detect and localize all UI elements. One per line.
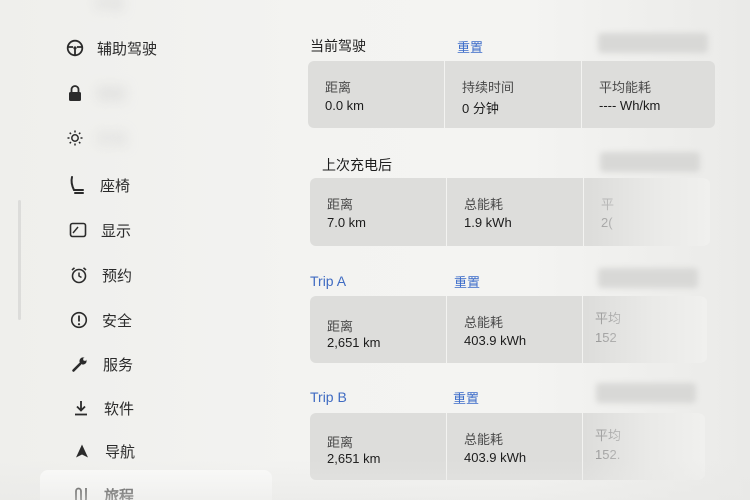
current-drive-reset-button[interactable]: 重置 <box>457 37 483 56</box>
stat-label: 平均能耗 <box>599 80 652 95</box>
sidebar-item-label: 预约 <box>102 267 133 285</box>
stat-value: 0.0 km <box>325 98 365 113</box>
sidebar-item-label: 显示 <box>101 222 132 240</box>
stat-cell-average-consumption: 平均 152. <box>583 413 705 480</box>
stat-value: 2,651 km <box>327 335 381 350</box>
trip-a-reset-button[interactable]: 重置 <box>454 272 480 291</box>
stat-label: 距离 <box>327 197 354 212</box>
sidebar-item-software[interactable]: 软件 <box>0 388 260 428</box>
seat-icon <box>66 174 88 196</box>
settings-sidebar: 外观 辅助驾驶 锁定 灯光 座椅 显示 预约 安全 服务 软件 导航 旅程 <box>0 0 290 500</box>
stat-cell-duration: 持续时间 0 分钟 <box>445 61 582 128</box>
stat-value: ---- Wh/km <box>599 98 661 113</box>
sidebar-item-seats[interactable]: 座椅 <box>0 165 260 205</box>
stat-value: 403.9 kWh <box>464 333 527 348</box>
sidebar-item-cut-label: 外观 <box>95 0 123 12</box>
download-icon <box>70 397 92 419</box>
stat-cell-total-energy: 总能耗 403.9 kWh <box>447 296 583 363</box>
stat-value: 152. <box>595 447 621 462</box>
sidebar-item-label: 座椅 <box>100 177 131 195</box>
sidebar-item-schedule[interactable]: 预约 <box>0 255 260 295</box>
stat-cell-distance: 距离 2,651 km <box>310 296 447 363</box>
stat-label: 总能耗 <box>464 315 504 330</box>
current-drive-title: 当前驾驶 <box>310 38 366 54</box>
stat-value: 1.9 kWh <box>464 215 512 230</box>
stat-cell-distance: 距离 2,651 km <box>310 413 447 480</box>
stat-cell-distance: 距离 7.0 km <box>310 178 447 246</box>
stat-cell-average-consumption: 平均能耗 ---- Wh/km <box>582 61 715 128</box>
sidebar-item-label: 锁定 <box>97 85 128 103</box>
navigation-arrow-icon <box>71 440 93 462</box>
stat-cell-average-consumption: 平 2( <box>584 178 710 246</box>
since-charge-title: 上次充电后 <box>322 157 392 173</box>
current-drive-stats-panel: 距离 0.0 km 持续时间 0 分钟 平均能耗 ---- Wh/km <box>308 61 715 128</box>
current-drive-blurred-control <box>598 33 708 53</box>
sidebar-item-label: 导航 <box>105 443 136 461</box>
sidebar-item-trips[interactable]: 旅程 <box>40 470 272 500</box>
trip-b-stats-panel: 距离 2,651 km 总能耗 403.9 kWh 平均 152. <box>310 413 705 480</box>
since-charge-stats-panel: 距离 7.0 km 总能耗 1.9 kWh 平 2( <box>310 178 710 246</box>
trip-a-title: Trip A <box>310 273 347 289</box>
trip-b-title: Trip B <box>310 389 347 405</box>
stat-cell-distance: 距离 0.0 km <box>308 61 445 128</box>
stat-label: 距离 <box>325 80 352 95</box>
stat-value: 7.0 km <box>327 215 367 230</box>
sidebar-item-label: 灯光 <box>97 130 128 148</box>
stat-cell-average-consumption: 平均 152 <box>583 296 707 363</box>
sidebar-item-display[interactable]: 显示 <box>0 210 260 250</box>
trip-a-stats-panel: 距离 2,651 km 总能耗 403.9 kWh 平均 152 <box>310 296 707 363</box>
lock-icon <box>64 82 86 104</box>
sidebar-item-label: 旅程 <box>104 488 135 500</box>
stat-value: 403.9 kWh <box>464 450 527 465</box>
sidebar-item-locks[interactable]: 锁定 <box>0 73 260 113</box>
sidebar-item-label: 服务 <box>103 356 134 374</box>
stat-value: 2( <box>601 215 613 230</box>
stat-label: 平 <box>601 197 615 212</box>
stat-label: 平均 <box>595 428 622 443</box>
stat-cell-total-energy: 总能耗 403.9 kWh <box>447 413 583 480</box>
trip-b-blurred-control <box>596 383 696 403</box>
stat-value: 0 分钟 <box>462 101 499 116</box>
stat-cell-total-energy: 总能耗 1.9 kWh <box>447 178 584 246</box>
trip-b-reset-button[interactable]: 重置 <box>453 388 479 407</box>
stat-label: 距离 <box>327 435 354 450</box>
stat-label: 总能耗 <box>464 432 504 447</box>
steering-wheel-icon <box>64 37 86 59</box>
sun-icon <box>64 127 86 149</box>
sidebar-item-autopilot[interactable]: 辅助驾驶 <box>0 28 260 68</box>
sidebar-item-service[interactable]: 服务 <box>0 344 260 384</box>
alarm-clock-icon <box>68 264 90 286</box>
trip-a-blurred-control <box>598 268 698 288</box>
info-circle-icon <box>68 309 90 331</box>
sidebar-item-navigation[interactable]: 导航 <box>0 431 260 471</box>
sidebar-item-label: 辅助驾驶 <box>97 40 158 58</box>
stat-label: 距离 <box>327 319 354 334</box>
sidebar-item-safety[interactable]: 安全 <box>0 300 260 340</box>
stat-value: 152 <box>595 330 617 345</box>
wrench-icon <box>69 353 91 375</box>
display-icon <box>67 219 89 241</box>
stat-label: 总能耗 <box>464 197 504 212</box>
trips-settings-screen: 外观 辅助驾驶 锁定 灯光 座椅 显示 预约 安全 服务 软件 导航 旅程 当前… <box>0 0 750 500</box>
stat-label: 平均 <box>595 311 622 326</box>
sidebar-item-label: 安全 <box>102 312 133 330</box>
sidebar-item-lights[interactable]: 灯光 <box>0 118 260 158</box>
since-charge-blurred-control <box>600 152 700 172</box>
stat-label: 持续时间 <box>462 80 515 95</box>
trip-icon <box>70 484 92 500</box>
stat-value: 2,651 km <box>327 451 381 466</box>
sidebar-item-label: 软件 <box>104 400 135 418</box>
